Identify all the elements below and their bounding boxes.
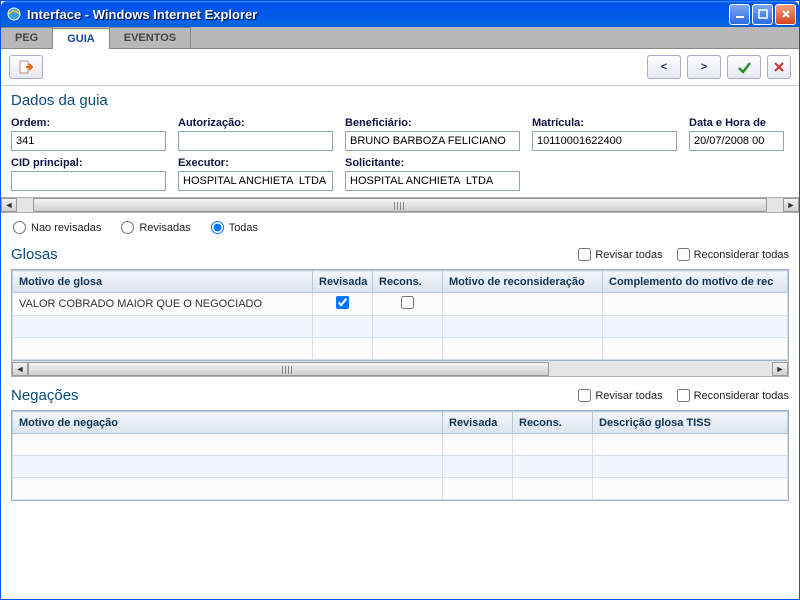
ie-icon — [6, 6, 22, 22]
app-window: Interface - Windows Internet Explorer PE… — [0, 0, 800, 600]
glosas-revisar-todas[interactable]: Revisar todas — [578, 248, 662, 261]
filter-radios: Nao revisadas Revisadas Todas — [1, 213, 799, 242]
ordem-label: Ordem: — [11, 117, 166, 129]
titlebar: Interface - Windows Internet Explorer — [1, 1, 799, 27]
glosas-title: Glosas — [11, 244, 564, 265]
cell-motivo: VALOR COBRADO MAIOR QUE O NEGOCIADO — [13, 293, 313, 316]
beneficiario-field[interactable] — [345, 131, 520, 151]
radio-nao-revisadas[interactable]: Nao revisadas — [13, 221, 101, 234]
col-revisada[interactable]: Revisada — [313, 271, 373, 293]
autorizacao-field[interactable] — [178, 131, 333, 151]
executor-field[interactable] — [178, 171, 333, 191]
matricula-field[interactable] — [532, 131, 677, 151]
next-button[interactable]: > — [687, 55, 721, 79]
col-recons[interactable]: Recons. — [373, 271, 443, 293]
scroll-right-icon[interactable]: ► — [783, 198, 799, 212]
check-icon — [736, 59, 752, 75]
prev-button[interactable]: < — [647, 55, 681, 79]
matricula-label: Matrícula: — [532, 117, 677, 129]
col-motivo-recon[interactable]: Motivo de reconsideração — [443, 271, 603, 293]
close-button[interactable] — [775, 4, 796, 25]
exit-icon — [18, 59, 34, 75]
datahora-field[interactable] — [689, 131, 784, 151]
glosas-reconsiderar-todas[interactable]: Reconsiderar todas — [677, 248, 789, 261]
col-neg-recons[interactable]: Recons. — [513, 412, 593, 434]
table-row — [13, 316, 788, 338]
ordem-field[interactable] — [11, 131, 166, 151]
tab-guia[interactable]: GUIA — [52, 28, 110, 49]
scroll-thumb[interactable] — [28, 362, 549, 376]
window-title: Interface - Windows Internet Explorer — [27, 7, 729, 22]
solicitante-field[interactable] — [345, 171, 520, 191]
scroll-right-icon[interactable]: ► — [772, 362, 788, 376]
exit-button[interactable] — [9, 55, 43, 79]
delete-icon — [771, 59, 787, 75]
form-hscrollbar[interactable]: ◄ ► — [1, 197, 799, 213]
dados-form: Ordem: Autorização: Beneficiário: Matríc… — [1, 111, 799, 197]
col-neg-revisada[interactable]: Revisada — [443, 412, 513, 434]
delete-button[interactable] — [767, 55, 791, 79]
table-row — [13, 434, 788, 456]
radio-revisadas[interactable]: Revisadas — [121, 221, 190, 234]
glosas-hscrollbar[interactable]: ◄ ► — [11, 361, 789, 377]
negacoes-grid: Motivo de negação Revisada Recons. Descr… — [11, 410, 789, 501]
cell-recons[interactable] — [373, 293, 443, 316]
maximize-button[interactable] — [752, 4, 773, 25]
scroll-left-icon[interactable]: ◄ — [12, 362, 28, 376]
glosas-grid: Motivo de glosa Revisada Recons. Motivo … — [11, 269, 789, 361]
cell-revisada[interactable] — [313, 293, 373, 316]
confirm-button[interactable] — [727, 55, 761, 79]
col-motivo-glosa[interactable]: Motivo de glosa — [13, 271, 313, 293]
autorizacao-label: Autorização: — [178, 117, 333, 129]
scroll-left-icon[interactable]: ◄ — [1, 198, 17, 212]
col-complemento[interactable]: Complemento do motivo de rec — [603, 271, 788, 293]
tab-peg[interactable]: PEG — [1, 27, 53, 48]
dados-title: Dados da guia — [1, 86, 799, 111]
table-row — [13, 338, 788, 360]
cell-complemento[interactable] — [603, 293, 788, 316]
table-row — [13, 478, 788, 500]
cid-label: CID principal: — [11, 157, 166, 169]
cid-field[interactable] — [11, 171, 166, 191]
col-motivo-negacao[interactable]: Motivo de negação — [13, 412, 443, 434]
negacoes-header: Negações Revisar todas Reconsiderar toda… — [1, 383, 799, 408]
negacoes-revisar-todas[interactable]: Revisar todas — [578, 389, 662, 402]
table-row — [13, 456, 788, 478]
glosas-header: Glosas Revisar todas Reconsiderar todas — [1, 242, 799, 267]
tab-bar: PEG GUIA EVENTOS — [1, 27, 799, 49]
scroll-thumb[interactable] — [33, 198, 767, 212]
solicitante-label: Solicitante: — [345, 157, 520, 169]
radio-todas[interactable]: Todas — [211, 221, 258, 234]
datahora-label: Data e Hora de — [689, 117, 784, 129]
window-buttons — [729, 4, 796, 25]
tab-eventos[interactable]: EVENTOS — [109, 27, 191, 48]
col-descricao-tiss[interactable]: Descrição glosa TISS — [593, 412, 788, 434]
content-area: PEG GUIA EVENTOS < > Dados da guia Ordem… — [1, 27, 799, 599]
beneficiario-label: Beneficiário: — [345, 117, 520, 129]
negacoes-title: Negações — [11, 385, 564, 406]
negacoes-reconsiderar-todas[interactable]: Reconsiderar todas — [677, 389, 789, 402]
table-row[interactable]: VALOR COBRADO MAIOR QUE O NEGOCIADO — [13, 293, 788, 316]
executor-label: Executor: — [178, 157, 333, 169]
toolbar: < > — [1, 49, 799, 86]
minimize-button[interactable] — [729, 4, 750, 25]
cell-motivo-recon[interactable] — [443, 293, 603, 316]
